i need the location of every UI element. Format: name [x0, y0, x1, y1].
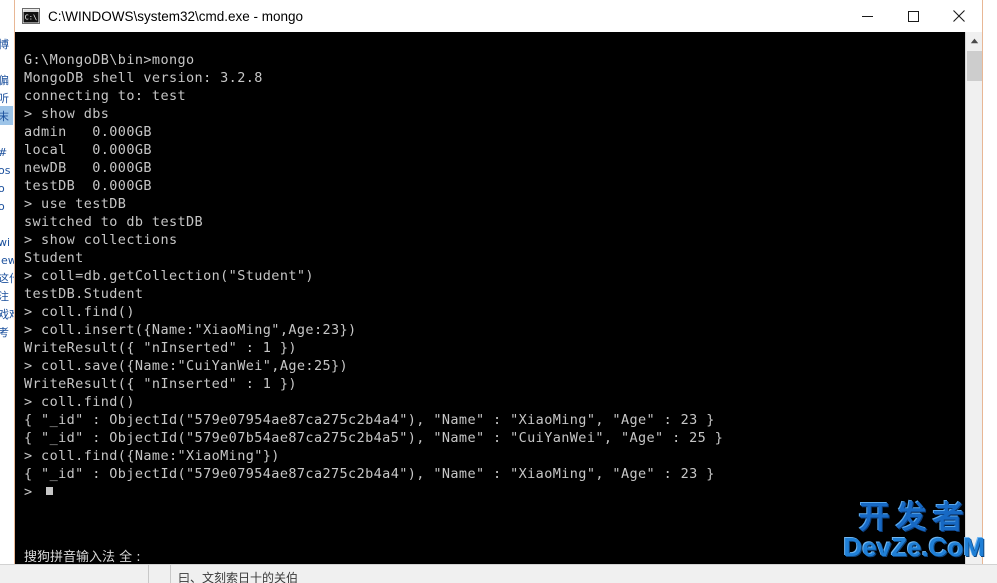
background-left-text: 博 偏 听 末 # os o o wi 'ew 这什 注 戏难 考: [0, 38, 14, 339]
window-controls: [844, 0, 982, 32]
vertical-scrollbar[interactable]: [965, 32, 982, 581]
scroll-thumb[interactable]: [967, 51, 982, 81]
window-title: C:\WINDOWS\system32\cmd.exe - mongo: [48, 8, 304, 24]
background-bottom-text: 曰、文刻索日十的关伯: [178, 571, 299, 583]
cmd-window[interactable]: C:\ C:\WINDOWS\system32\cmd.exe - mongo: [14, 0, 983, 583]
background-bottom-bar: 曰、文刻索日十的关伯: [0, 564, 997, 583]
svg-text:C:\: C:\: [25, 14, 38, 22]
title-bar[interactable]: C:\ C:\WINDOWS\system32\cmd.exe - mongo: [15, 0, 982, 33]
ime-status-line: 搜狗拼音输入法 全 :: [24, 550, 141, 565]
cmd-icon: C:\: [22, 8, 40, 24]
bottom-bar-divider-2: [170, 565, 171, 583]
bottom-bar-divider-1: [148, 565, 149, 583]
close-button[interactable]: [936, 0, 982, 32]
text-cursor: [46, 487, 53, 495]
maximize-button[interactable]: [890, 0, 936, 32]
minimize-button[interactable]: [844, 0, 890, 32]
scroll-up-arrow-icon[interactable]: [966, 32, 982, 49]
terminal-output-area[interactable]: G:\MongoDB\bin>mongo MongoDB shell versi…: [15, 32, 982, 581]
background-window-left[interactable]: 博 偏 听 末 # os o o wi 'ew 这什 注 戏难 考: [0, 0, 15, 583]
console-text: G:\MongoDB\bin>mongo MongoDB shell versi…: [24, 52, 724, 500]
